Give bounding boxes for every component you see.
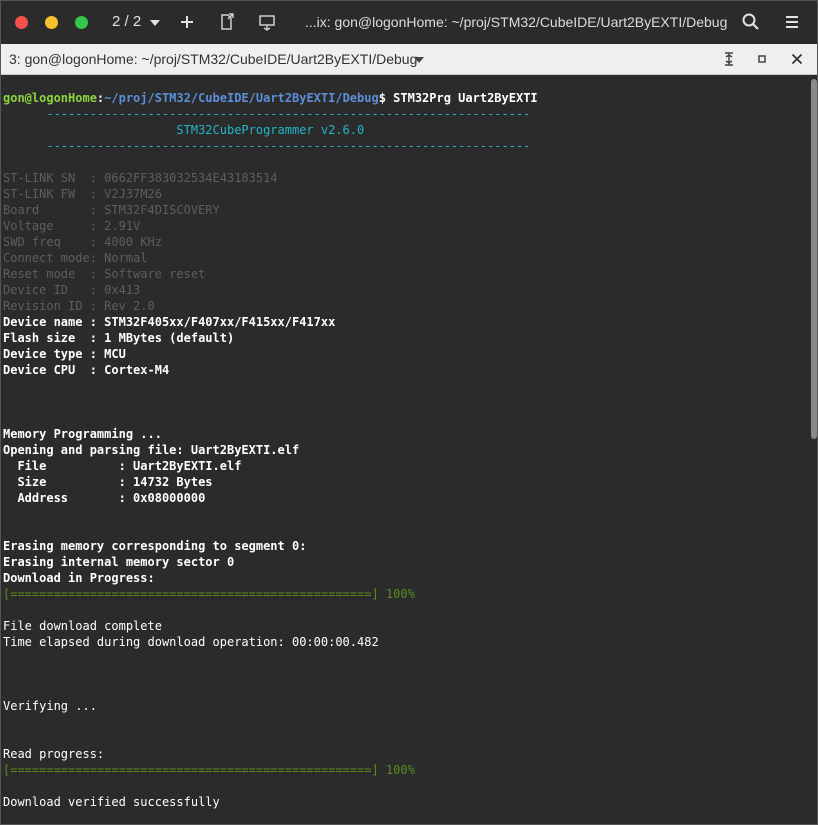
read-progress-bar: [=======================================…	[3, 763, 415, 777]
title-bar: 2 / 2 ...ix: gon@logonHome: ~/proj/STM32…	[0, 0, 818, 44]
search-icon[interactable]	[741, 12, 761, 32]
chevron-down-icon[interactable]	[414, 57, 424, 63]
banner-title: STM32CubeProgrammer v2.6.0	[3, 123, 365, 137]
erasing-line: Erasing memory corresponding to segment …	[3, 539, 307, 553]
window-title: ...ix: gon@logonHome: ~/proj/STM32/CubeI…	[305, 14, 728, 30]
download-progress-label: Download in Progress:	[3, 571, 155, 585]
info-line: Connect mode: Normal	[3, 251, 148, 265]
plus-icon[interactable]	[177, 12, 197, 32]
scrollbar[interactable]	[810, 75, 818, 825]
info-line: Device ID : 0x413	[3, 283, 141, 297]
scrollbar-thumb[interactable]	[811, 79, 817, 439]
erasing-sector-line: Erasing internal memory sector 0	[3, 555, 235, 569]
download-verified-line: Download verified successfully	[3, 795, 220, 809]
file-line: File : Uart2ByEXTI.elf	[3, 459, 242, 473]
tab-active[interactable]: 3: gon@logonHome: ~/proj/STM32/CubeIDE/U…	[9, 51, 417, 67]
opening-file-line: Opening and parsing file: Uart2ByEXTI.el…	[3, 443, 300, 457]
read-progress-label: Read progress:	[3, 747, 105, 761]
info-line: Voltage : 2.91V	[3, 219, 141, 233]
restore-icon[interactable]	[753, 50, 771, 68]
device-info-line: Device CPU : Cortex-M4	[3, 363, 170, 377]
banner-rule-top: ----------------------------------------…	[3, 107, 531, 121]
tab-bar: 3: gon@logonHome: ~/proj/STM32/CubeIDE/U…	[0, 44, 818, 75]
close-tab-icon[interactable]	[788, 50, 806, 68]
banner-rule-bottom: ----------------------------------------…	[3, 139, 531, 153]
close-icon[interactable]	[15, 16, 28, 29]
maximize-icon[interactable]	[75, 16, 88, 29]
device-info-line: Device name : STM32F405xx/F407xx/F415xx/…	[3, 315, 336, 329]
verifying-line: Verifying ...	[3, 699, 97, 713]
info-line: ST-LINK FW : V2J37M26	[3, 187, 162, 201]
tab-counter[interactable]: 2 / 2	[112, 13, 141, 30]
detach-tab-icon[interactable]	[217, 12, 237, 32]
info-line: Reset mode : Software reset	[3, 267, 206, 281]
download-progress-bar: [=======================================…	[3, 587, 415, 601]
info-line: Board : STM32F4DISCOVERY	[3, 203, 220, 217]
info-line: ST-LINK SN : 0662FF383032534E43183514	[3, 171, 278, 185]
minimize-icon[interactable]	[45, 16, 58, 29]
device-info-line: Device type : MCU	[3, 347, 126, 361]
send-input-icon[interactable]	[257, 12, 277, 32]
size-line: Size : 14732 Bytes	[3, 475, 213, 489]
terminal-window: 2 / 2 ...ix: gon@logonHome: ~/proj/STM32…	[0, 0, 818, 825]
split-view-icon[interactable]	[720, 50, 738, 68]
terminal-output[interactable]: gon@logonHome:~/proj/STM32/CubeIDE/Uart2…	[0, 75, 810, 825]
download-complete-line: File download complete	[3, 619, 162, 633]
time-elapsed-line: Time elapsed during download operation: …	[3, 635, 379, 649]
prompt-user: gon@logonHome	[3, 91, 97, 105]
prompt-line: gon@logonHome:~/proj/STM32/CubeIDE/Uart2…	[3, 90, 538, 106]
address-line: Address : 0x08000000	[3, 491, 206, 505]
chevron-down-icon[interactable]	[150, 20, 160, 26]
prompt-path: ~/proj/STM32/CubeIDE/Uart2ByEXTI/Debug	[104, 91, 379, 105]
memory-programming-line: Memory Programming ...	[3, 427, 162, 441]
hamburger-menu-icon[interactable]	[782, 12, 802, 32]
info-line: SWD freq : 4000 KHz	[3, 235, 162, 249]
info-line: Revision ID : Rev 2.0	[3, 299, 155, 313]
prompt-command: $ STM32Prg Uart2ByEXTI	[378, 91, 538, 105]
device-info-line: Flash size : 1 MBytes (default)	[3, 331, 235, 345]
